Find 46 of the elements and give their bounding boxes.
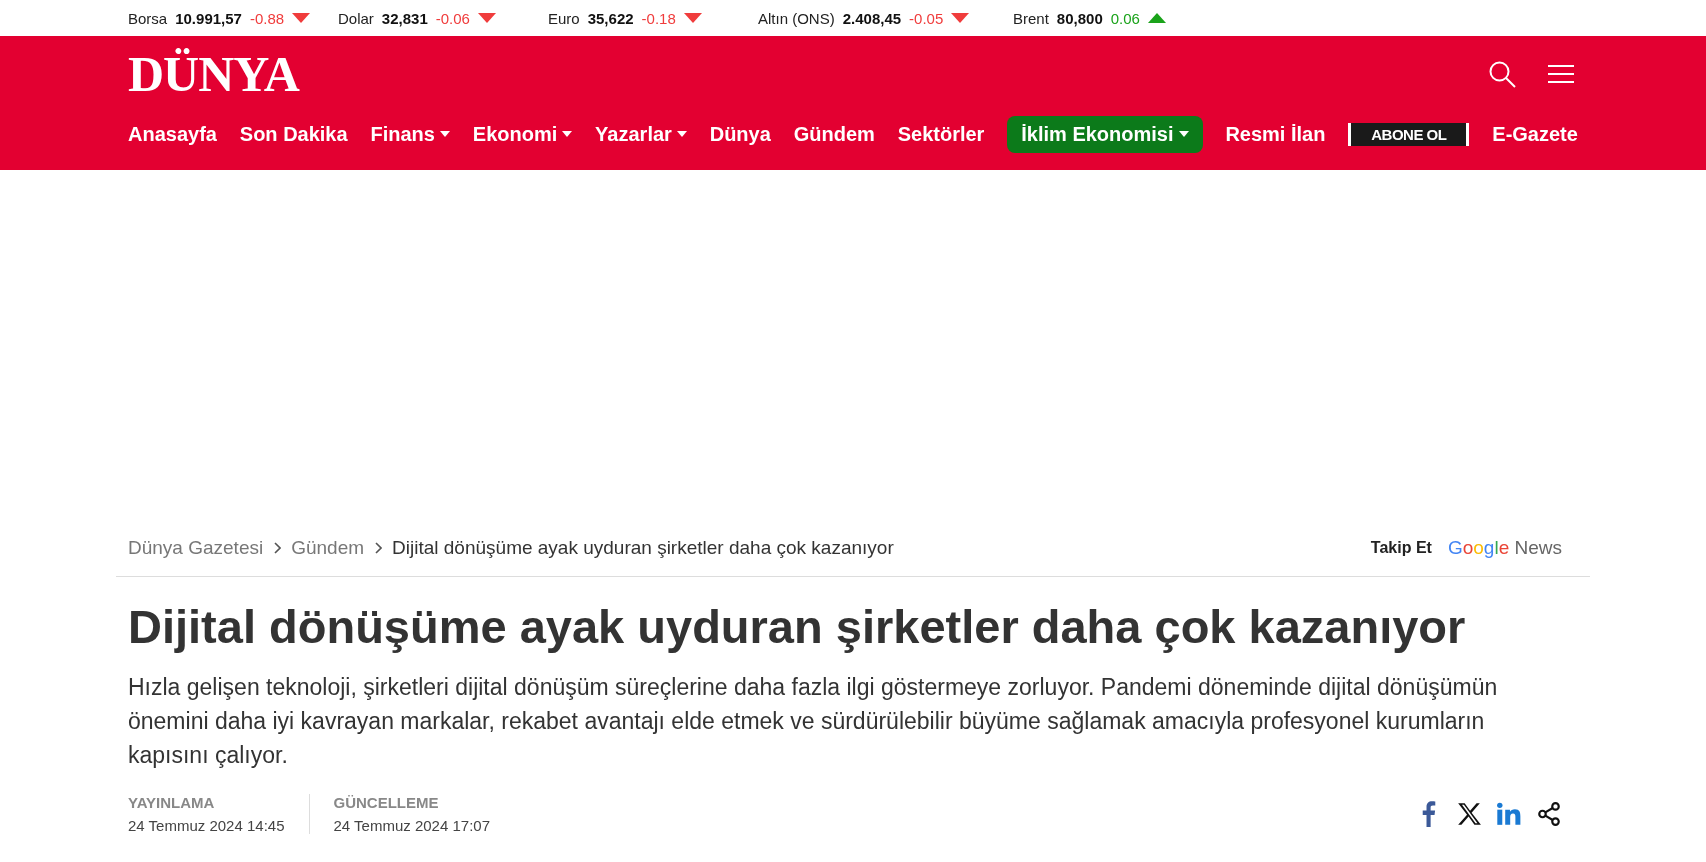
chevron-right-icon <box>273 542 282 554</box>
search-icon[interactable] <box>1488 60 1516 88</box>
market-value: 32,831 <box>381 9 428 27</box>
chevron-right-icon <box>374 542 383 554</box>
x-logo-icon[interactable] <box>1456 801 1482 827</box>
date-label: YAYINLAMA <box>128 794 216 811</box>
breadcrumb-link[interactable]: Dijital dönüşüme ayak uyduran şirketler daha çok kazanıyor <box>392 537 894 559</box>
follow-label: Takip Et <box>1370 539 1432 557</box>
site-logo[interactable]: DÜNYA <box>128 45 299 103</box>
breadcrumb-link[interactable]: Dünya Gazetesi <box>128 537 264 559</box>
nav-link[interactable]: Dünya <box>709 122 771 146</box>
market-name: Euro <box>548 9 580 27</box>
nav-link[interactable]: E-Gazete <box>1492 122 1578 146</box>
article-summary: Hızla gelişen teknoloji, şirketleri dijital dönüşüm süreçlerine daha fazla ilgi göstermeye zorluyor. Pandemi döneminde dijital dönüşümün önemini daha iyi kavrayan markalar, rekabet avantajı elde etmek ve sürdürülebilir büyüme sağlamak amacıyla profesyonel kurumların kapısını çalıyor. <box>128 673 1499 770</box>
market-name: Borsa <box>128 9 168 27</box>
market-name: Brent <box>1013 9 1049 27</box>
market-change: -0.06 <box>435 9 470 27</box>
google-news-logo[interactable]: Google News <box>1447 537 1562 559</box>
breadcrumb-link[interactable]: Gündem <box>291 537 365 559</box>
article-title: Dijital dönüşüme ayak uyduran şirketler daha çok kazanıyor <box>128 599 1467 654</box>
nav-link[interactable]: Yazarlar <box>595 122 687 146</box>
nav-link[interactable]: Sektörler <box>897 122 985 146</box>
market-change: -0.88 <box>249 9 285 27</box>
market-name: Dolar <box>338 9 374 27</box>
market-change: -0.18 <box>641 9 676 27</box>
menu-icon[interactable] <box>1548 64 1574 84</box>
market-value: 10.991,57 <box>175 9 242 27</box>
featured-nav-button[interactable]: İklim Ekonomisi <box>1007 115 1203 153</box>
nav-link[interactable]: Anasayfa <box>128 122 217 146</box>
date-value: 24 Temmuz 2024 17:07 <box>333 817 490 834</box>
market-value: 35,622 <box>587 9 634 27</box>
nav-link[interactable]: Resmi İlan <box>1225 122 1326 146</box>
nav-link[interactable]: Ekonomi <box>472 122 573 146</box>
share-icon[interactable] <box>1536 801 1562 827</box>
date-label: GÜNCELLEME <box>333 794 440 811</box>
market-name: Altın (ONS) <box>758 9 835 27</box>
market-change: -0.05 <box>909 9 944 27</box>
nav-link[interactable]: Gündem <box>793 122 875 146</box>
date-value: 24 Temmuz 2024 14:45 <box>128 817 285 834</box>
market-change: 0.06 <box>1110 9 1140 27</box>
market-value: 80,800 <box>1056 9 1103 27</box>
subscribe-button[interactable]: ABONE OL <box>1348 122 1470 146</box>
market-value: 2.408,45 <box>842 9 902 27</box>
linkedin-icon[interactable] <box>1496 801 1522 827</box>
nav-link[interactable]: Finans <box>370 122 450 146</box>
nav-link[interactable]: Son Dakika <box>239 122 348 146</box>
